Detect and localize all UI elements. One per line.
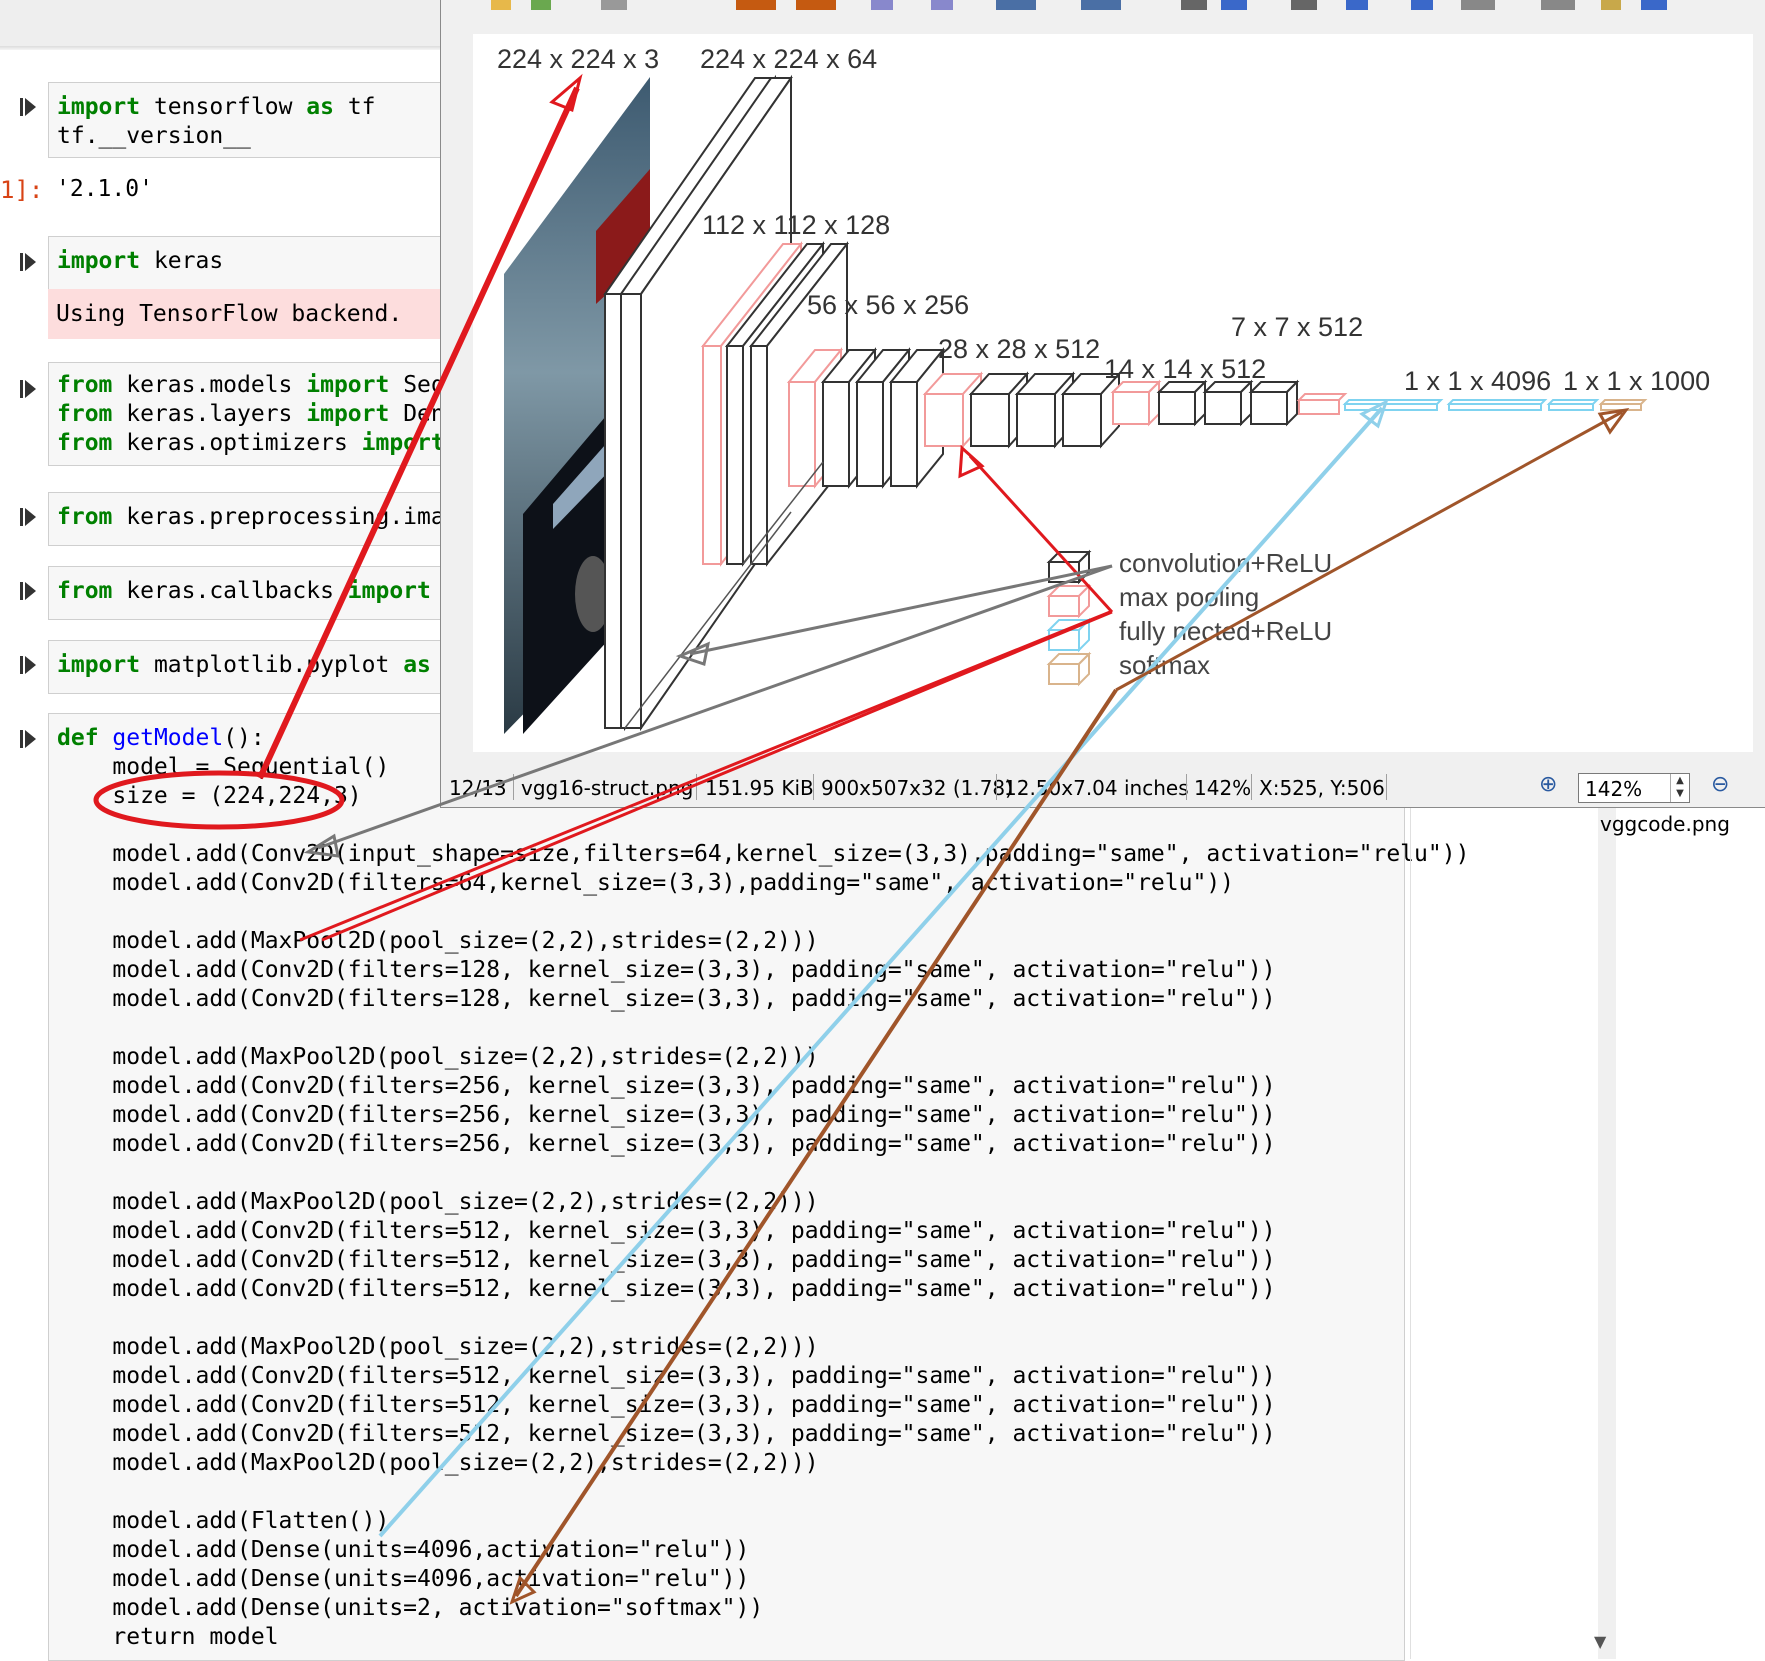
- annotation-overlay: [93, 73, 1630, 1605]
- red-arrow-input: [257, 73, 583, 780]
- red-pool-arrows: [321, 444, 1114, 942]
- highlight-ellipse: [93, 770, 345, 830]
- brown-softmax-arrow: [509, 407, 1630, 1605]
- gray-conv-arrows: [303, 564, 1113, 858]
- blue-fc-arrow: [378, 399, 1389, 1538]
